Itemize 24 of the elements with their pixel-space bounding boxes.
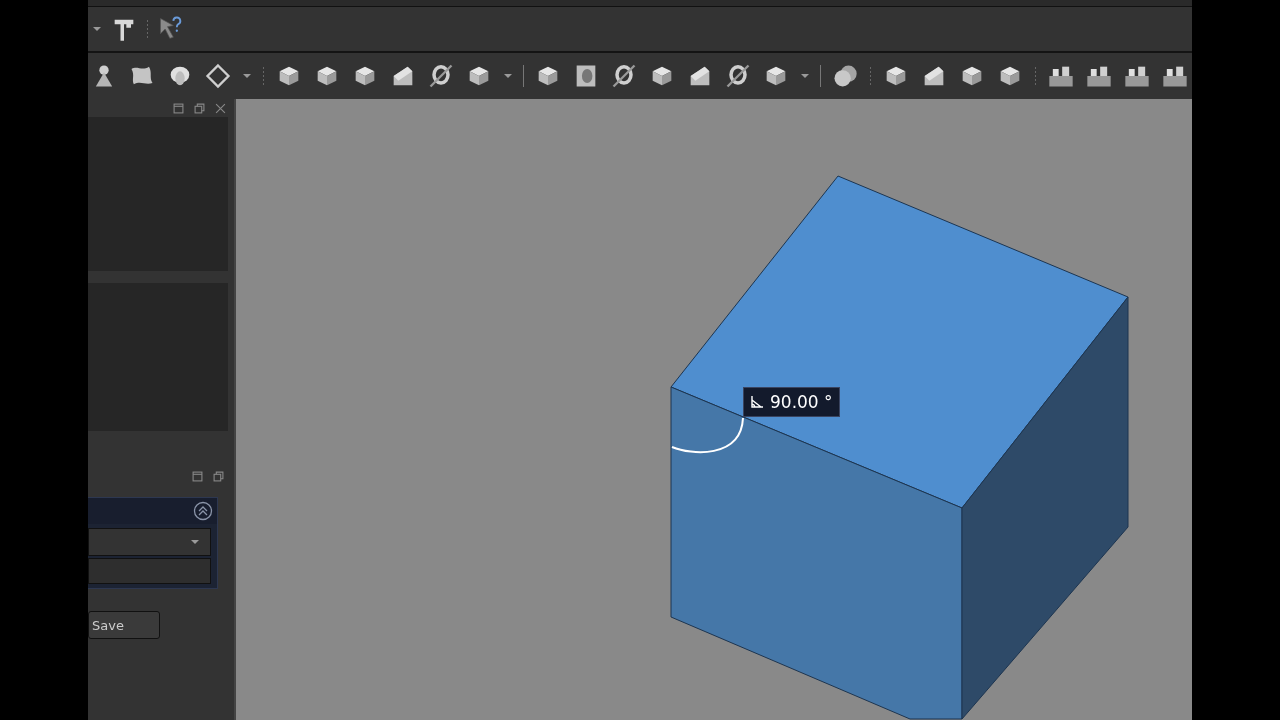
float-icon[interactable] [194,102,205,114]
toolbar-handle[interactable] [262,66,265,86]
torus-icon[interactable] [724,62,752,90]
close-icon[interactable] [215,102,226,114]
angle-value: 90.00 ° [770,392,833,412]
input-field[interactable] [88,558,211,584]
caret-icon[interactable] [800,73,810,79]
float-icon[interactable] [213,470,224,482]
diamond-icon[interactable] [204,62,232,90]
dock-icon[interactable] [192,470,203,482]
dock-icon[interactable] [173,102,184,114]
save-button[interactable]: Save [88,611,160,639]
dropdown-field[interactable] [88,528,211,556]
torus-icon[interactable] [610,62,638,90]
caret-icon[interactable] [242,73,252,79]
toolbar-handle[interactable] [1034,66,1037,86]
caret-icon[interactable] [503,73,513,79]
toolbar-handle[interactable] [869,66,872,86]
angle-icon [750,395,764,409]
caret-icon[interactable] [92,26,102,32]
caret-icon[interactable] [190,539,200,545]
collapse-icon[interactable] [193,501,213,521]
toolbar-handle[interactable] [146,19,149,39]
torus-icon[interactable] [427,62,455,90]
